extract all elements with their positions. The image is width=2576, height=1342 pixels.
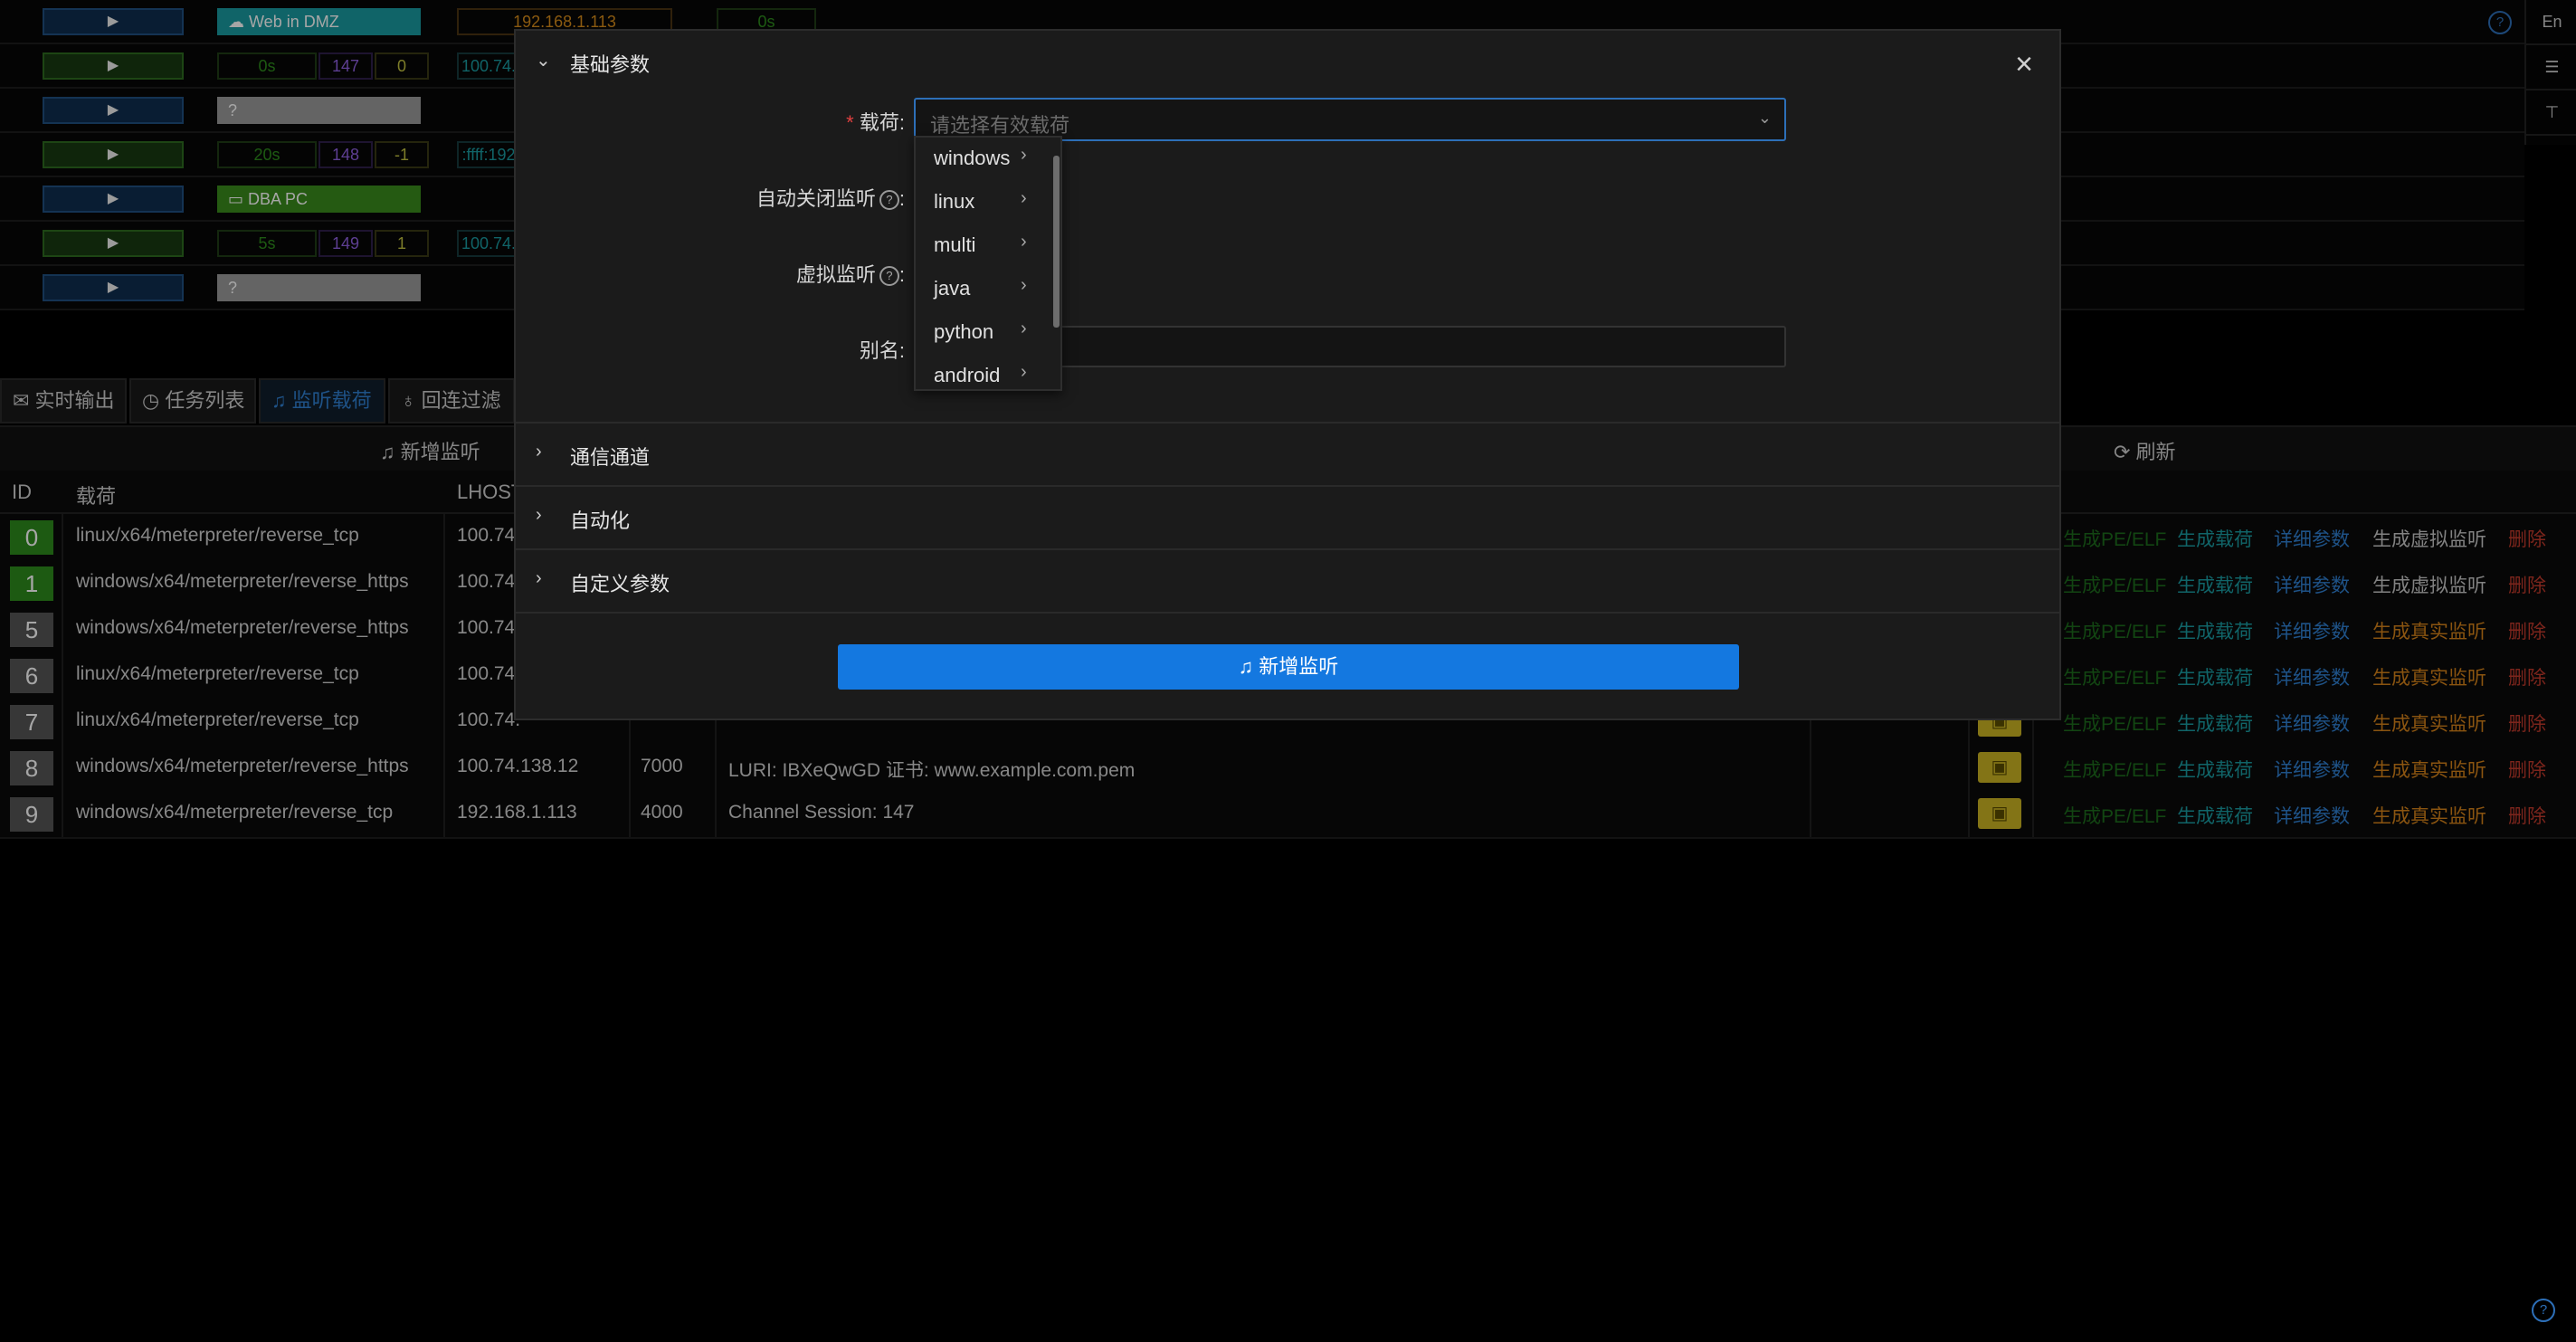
payload-dropdown: android › python › java › multi › linux › windows › (914, 136, 1062, 391)
section-custom-params[interactable]: › 自定义参数 (516, 548, 2059, 614)
dropdown-item-android[interactable]: android › (916, 355, 1051, 389)
section-channel[interactable]: › 通信通道 (516, 422, 2059, 487)
chevron-right-icon: › (1021, 232, 1027, 252)
dropdown-item-label: linux (934, 190, 975, 213)
chevron-right-icon: › (1021, 362, 1027, 382)
dropdown-item-label: windows (934, 147, 1011, 169)
chevron-right-icon: › (1021, 275, 1027, 295)
add-listener-modal: ⌄ 基础参数 * 载荷: 请选择有效载荷 ⌄ 自动关闭监听?: 虚拟监听?: 别… (514, 29, 2061, 720)
section-title[interactable]: 通信通道 (570, 442, 650, 471)
payload-label-text: 载荷 (859, 111, 899, 134)
help-icon[interactable]: ? (2532, 1299, 2555, 1322)
section-automation[interactable]: › 自动化 (516, 485, 2059, 550)
dropdown-item-python[interactable]: python › (916, 311, 1051, 355)
payload-placeholder: 请选择有效载荷 (930, 114, 1070, 137)
dropdown-item-label: multi (934, 233, 976, 256)
section-title[interactable]: 基础参数 (570, 49, 650, 78)
question-icon[interactable]: ? (879, 266, 899, 287)
dropdown-item-windows[interactable]: windows › (916, 138, 1051, 181)
question-icon[interactable]: ? (879, 190, 899, 211)
auto-close-label: 自动关闭监听?: (756, 187, 905, 211)
dropdown-item-multi[interactable]: multi › (916, 224, 1051, 268)
dropdown-item-linux[interactable]: linux › (916, 181, 1051, 224)
submit-label: 新增监听 (1259, 655, 1339, 678)
section-title[interactable]: 自动化 (570, 505, 630, 534)
chevron-down-icon: ⌄ (1757, 109, 1772, 127)
submit-add-listener-button[interactable]: ♫ 新增监听 (838, 644, 1739, 690)
section-basic: ⌄ 基础参数 * 载荷: 请选择有效载荷 ⌄ 自动关闭监听?: 虚拟监听?: 别… (516, 31, 2059, 424)
alias-label: 别名: (859, 339, 905, 362)
chevron-right-icon[interactable]: › (536, 505, 542, 526)
dropdown-item-java[interactable]: java › (916, 268, 1051, 311)
chevron-right-icon[interactable]: › (536, 568, 542, 589)
dropdown-item-label: python (934, 320, 994, 343)
dropdown-item-label: android (934, 364, 1001, 386)
payload-label: * 载荷: (846, 111, 905, 134)
close-icon[interactable]: × (2010, 49, 2038, 80)
chevron-down-icon[interactable]: ⌄ (536, 49, 551, 71)
chevron-right-icon: › (1021, 188, 1027, 208)
payload-select[interactable]: 请选择有效载荷 ⌄ (914, 98, 1786, 141)
dropdown-item-label: java (934, 277, 971, 300)
alias-label-text: 别名 (859, 339, 899, 362)
virtual-listener-label: 虚拟监听?: (795, 263, 905, 287)
chevron-right-icon: › (1021, 145, 1027, 165)
dropdown-scrollbar[interactable] (1053, 156, 1060, 328)
virtual-label-text: 虚拟监听 (795, 263, 876, 286)
auto-close-label-text: 自动关闭监听 (756, 187, 876, 210)
section-title[interactable]: 自定义参数 (570, 568, 670, 597)
chevron-right-icon: › (1021, 319, 1027, 338)
chevron-right-icon[interactable]: › (536, 442, 542, 462)
